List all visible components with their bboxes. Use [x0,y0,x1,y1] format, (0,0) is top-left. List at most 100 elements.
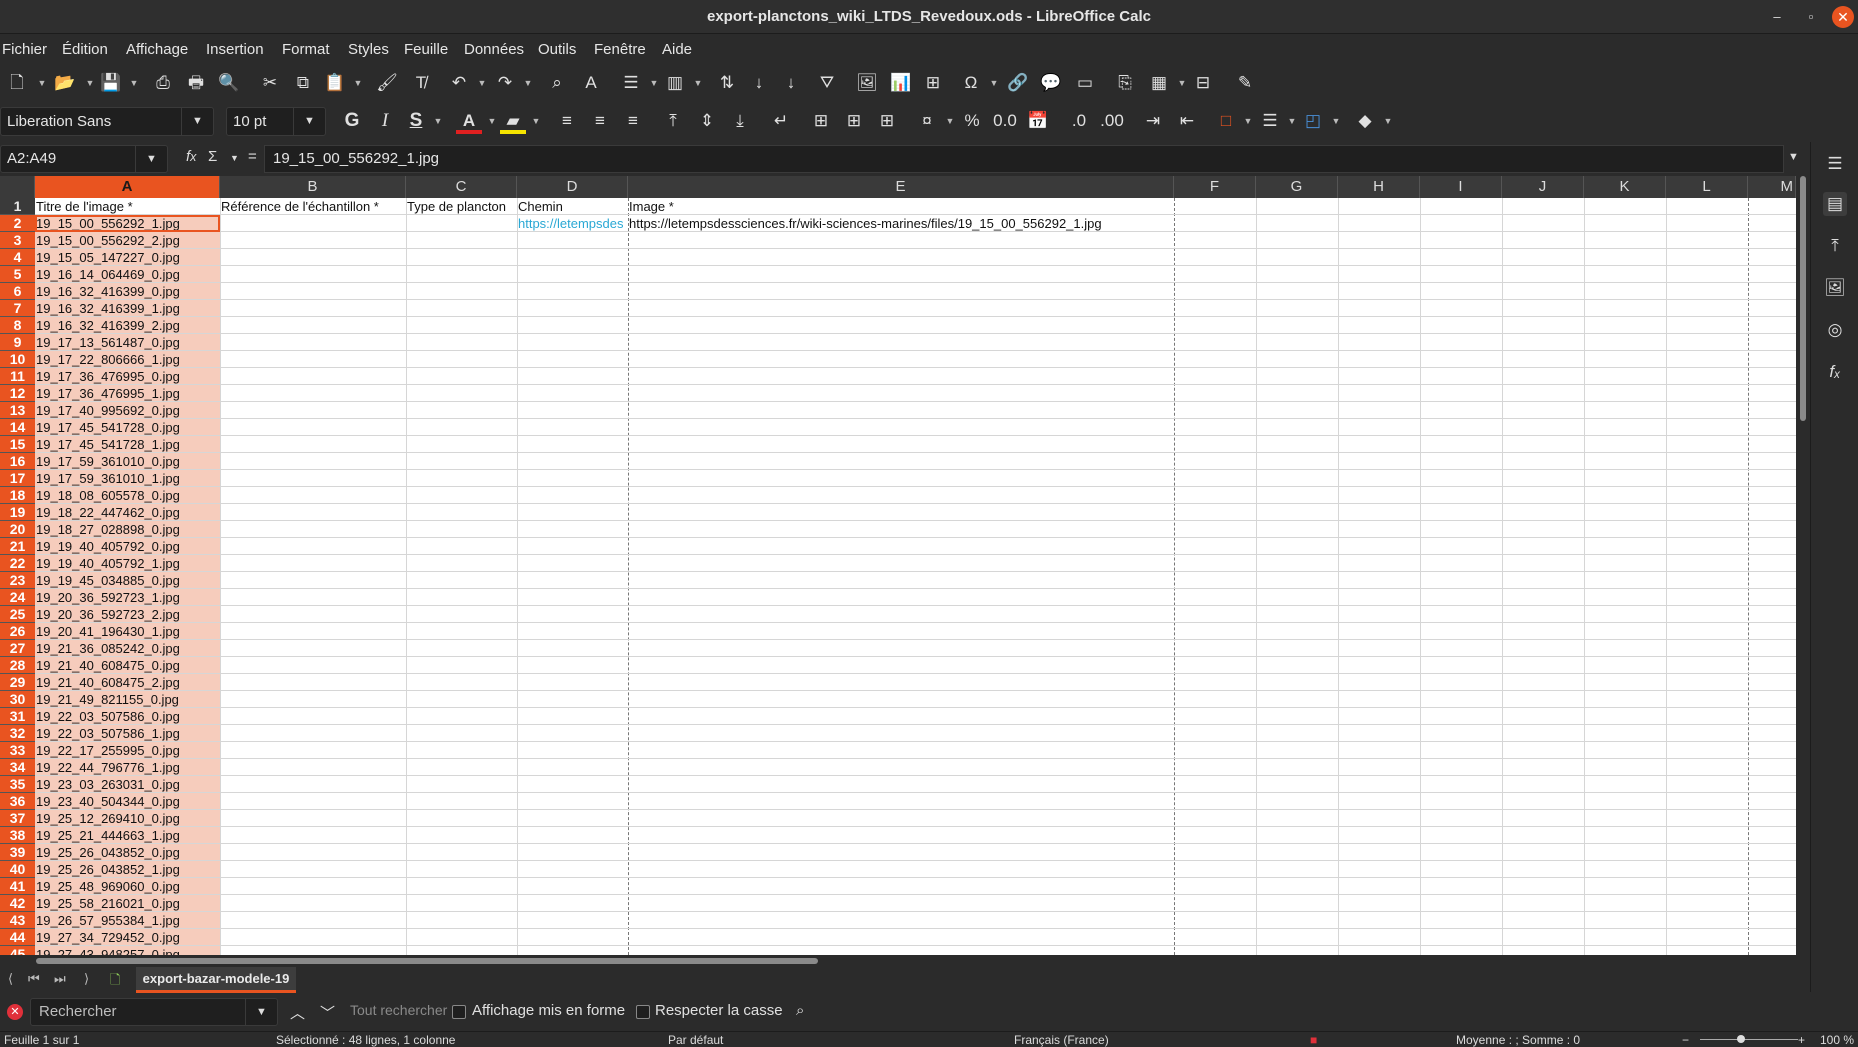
column-header-j[interactable]: J [1502,176,1584,198]
scroll-first-sheet-icon[interactable]: ⟨ [8,971,13,987]
align-center-icon[interactable]: ≡ [587,108,613,134]
menu-affichage[interactable]: Affichage [126,41,188,58]
find-replace-dialog-icon[interactable]: ⌕ [796,1002,804,1019]
column-header-f[interactable]: F [1174,176,1256,198]
sort-icon[interactable]: ⇅ [714,70,740,96]
print-preview-icon[interactable]: 🔍 [216,70,242,96]
align-top-icon[interactable]: ⤒ [660,108,686,134]
comment-icon[interactable]: 💬 [1038,70,1064,96]
cell-a42[interactable]: 19_25_58_216021_0.jpg [35,895,220,912]
column-header-a[interactable]: A [35,176,220,198]
insert-chart-icon[interactable]: 📊 [888,70,914,96]
minimize-button[interactable]: – [1765,0,1789,34]
row-header-1[interactable]: 1 [0,198,35,215]
cell-a35[interactable]: 19_23_03_263031_0.jpg [35,776,220,793]
cell-e2[interactable]: https://letempsdessciences.fr/wiki-scien… [628,215,1328,232]
chevron-down-icon[interactable]: ▼ [944,108,956,134]
define-print-area-icon[interactable]: ⎘ [1112,70,1138,96]
cell-a22[interactable]: 19_19_40_405792_1.jpg [35,555,220,572]
cell-a4[interactable]: 19_15_05_147227_0.jpg [35,249,220,266]
export-pdf-icon[interactable]: ⎙ [150,70,176,96]
chevron-down-icon[interactable]: ▼ [1382,108,1394,134]
menu-feuille[interactable]: Feuille [404,41,448,58]
split-window-icon[interactable]: ⊟ [1190,70,1216,96]
cell-a5[interactable]: 19_16_14_064469_0.jpg [35,266,220,283]
cell-a37[interactable]: 19_25_12_269410_0.jpg [35,810,220,827]
row-header-37[interactable]: 37 [0,810,35,827]
row-header-7[interactable]: 7 [0,300,35,317]
find-all-button[interactable]: Tout rechercher [350,1002,447,1018]
cell-a9[interactable]: 19_17_13_561487_0.jpg [35,334,220,351]
cell-a19[interactable]: 19_18_22_447462_0.jpg [35,504,220,521]
clone-formatting-icon[interactable]: 🖌 [374,70,400,96]
row-header-14[interactable]: 14 [0,419,35,436]
undo-icon[interactable]: ↶ [446,70,472,96]
cell-a31[interactable]: 19_22_03_507586_0.jpg [35,708,220,725]
cell-a13[interactable]: 19_17_40_995692_0.jpg [35,402,220,419]
cell-a3[interactable]: 19_15_00_556292_2.jpg [35,232,220,249]
first-sheet-icon[interactable]: ⏮ [28,971,40,987]
expand-formula-icon[interactable]: ▼ [1788,151,1799,163]
cell-a7[interactable]: 19_16_32_416399_1.jpg [35,300,220,317]
row-header-22[interactable]: 22 [0,555,35,572]
increase-indent-icon[interactable]: ⇥ [1140,108,1166,134]
cell-a8[interactable]: 19_16_32_416399_2.jpg [35,317,220,334]
row-header-36[interactable]: 36 [0,793,35,810]
chevron-down-icon[interactable]: ▼ [84,70,96,96]
match-case-checkbox[interactable] [636,1005,650,1019]
menu-styles[interactable]: Styles [348,41,389,58]
cell-a41[interactable]: 19_25_48_969060_0.jpg [35,878,220,895]
cell-a21[interactable]: 19_19_40_405792_0.jpg [35,538,220,555]
font-size-box[interactable]: 10 pt ▼ [226,107,326,136]
cell-a27[interactable]: 19_21_36_085242_0.jpg [35,640,220,657]
chevron-down-icon[interactable]: ▼ [648,70,660,96]
row-header-17[interactable]: 17 [0,470,35,487]
align-left-icon[interactable]: ≡ [554,108,580,134]
search-input[interactable]: Rechercher ▼ [30,998,278,1026]
number-format-icon[interactable]: 0.0 [992,108,1018,134]
cell-b2[interactable] [220,215,406,232]
menu-donnees[interactable]: Données [464,41,524,58]
print-icon[interactable]: 🖶 [183,70,209,96]
menu-format[interactable]: Format [282,41,330,58]
merge-cells-icon[interactable]: ⊞ [841,108,867,134]
chevron-down-icon[interactable]: ▼ [245,999,277,1025]
vertical-scrollbar[interactable] [1796,176,1810,955]
cell-a33[interactable]: 19_22_17_255995_0.jpg [35,742,220,759]
italic-button[interactable]: I [372,108,398,134]
cell-a18[interactable]: 19_18_08_605578_0.jpg [35,487,220,504]
menu-outils[interactable]: Outils [538,41,576,58]
cell-a6[interactable]: 19_16_32_416399_0.jpg [35,283,220,300]
status-language[interactable]: Français (France) [1014,1033,1109,1047]
chevron-down-icon[interactable]: ▼ [476,70,488,96]
borders-icon[interactable]: □ [1213,108,1239,134]
sort-ascending-icon[interactable]: ↓ [746,70,772,96]
row-header-33[interactable]: 33 [0,742,35,759]
row-header-42[interactable]: 42 [0,895,35,912]
redo-icon[interactable]: ↷ [492,70,518,96]
column-header-c[interactable]: C [406,176,517,198]
row-header-24[interactable]: 24 [0,589,35,606]
row-header-30[interactable]: 30 [0,691,35,708]
find-previous-icon[interactable]: ︿ [290,1002,305,1023]
row-header-10[interactable]: 10 [0,351,35,368]
cell-d2[interactable]: https://letempsdes [517,215,624,232]
add-decimal-icon[interactable]: .0 [1066,108,1092,134]
close-find-bar-icon[interactable]: ✕ [7,1004,23,1020]
freeze-panes-icon[interactable]: ▦ [1146,70,1172,96]
navigator-icon[interactable]: ◎ [1823,318,1847,342]
cell-d1[interactable]: Chemin [517,198,628,215]
pivot-table-icon[interactable]: ⊞ [920,70,946,96]
cell-a29[interactable]: 19_21_40_608475_2.jpg [35,674,220,691]
border-color-icon[interactable]: ◰ [1300,108,1326,134]
row-header-15[interactable]: 15 [0,436,35,453]
currency-format-icon[interactable]: ¤ [914,108,940,134]
cell-b1[interactable]: Référence de l'échantillon * [220,198,406,215]
column-header-b[interactable]: B [220,176,406,198]
close-window-button[interactable]: ✕ [1832,6,1854,28]
sheet-tab[interactable]: export-bazar-modele-19 [136,967,296,993]
row-header-34[interactable]: 34 [0,759,35,776]
conditional-format-icon[interactable]: ◆ [1352,108,1378,134]
chevron-down-icon[interactable]: ▼ [530,108,542,134]
row-header-27[interactable]: 27 [0,640,35,657]
